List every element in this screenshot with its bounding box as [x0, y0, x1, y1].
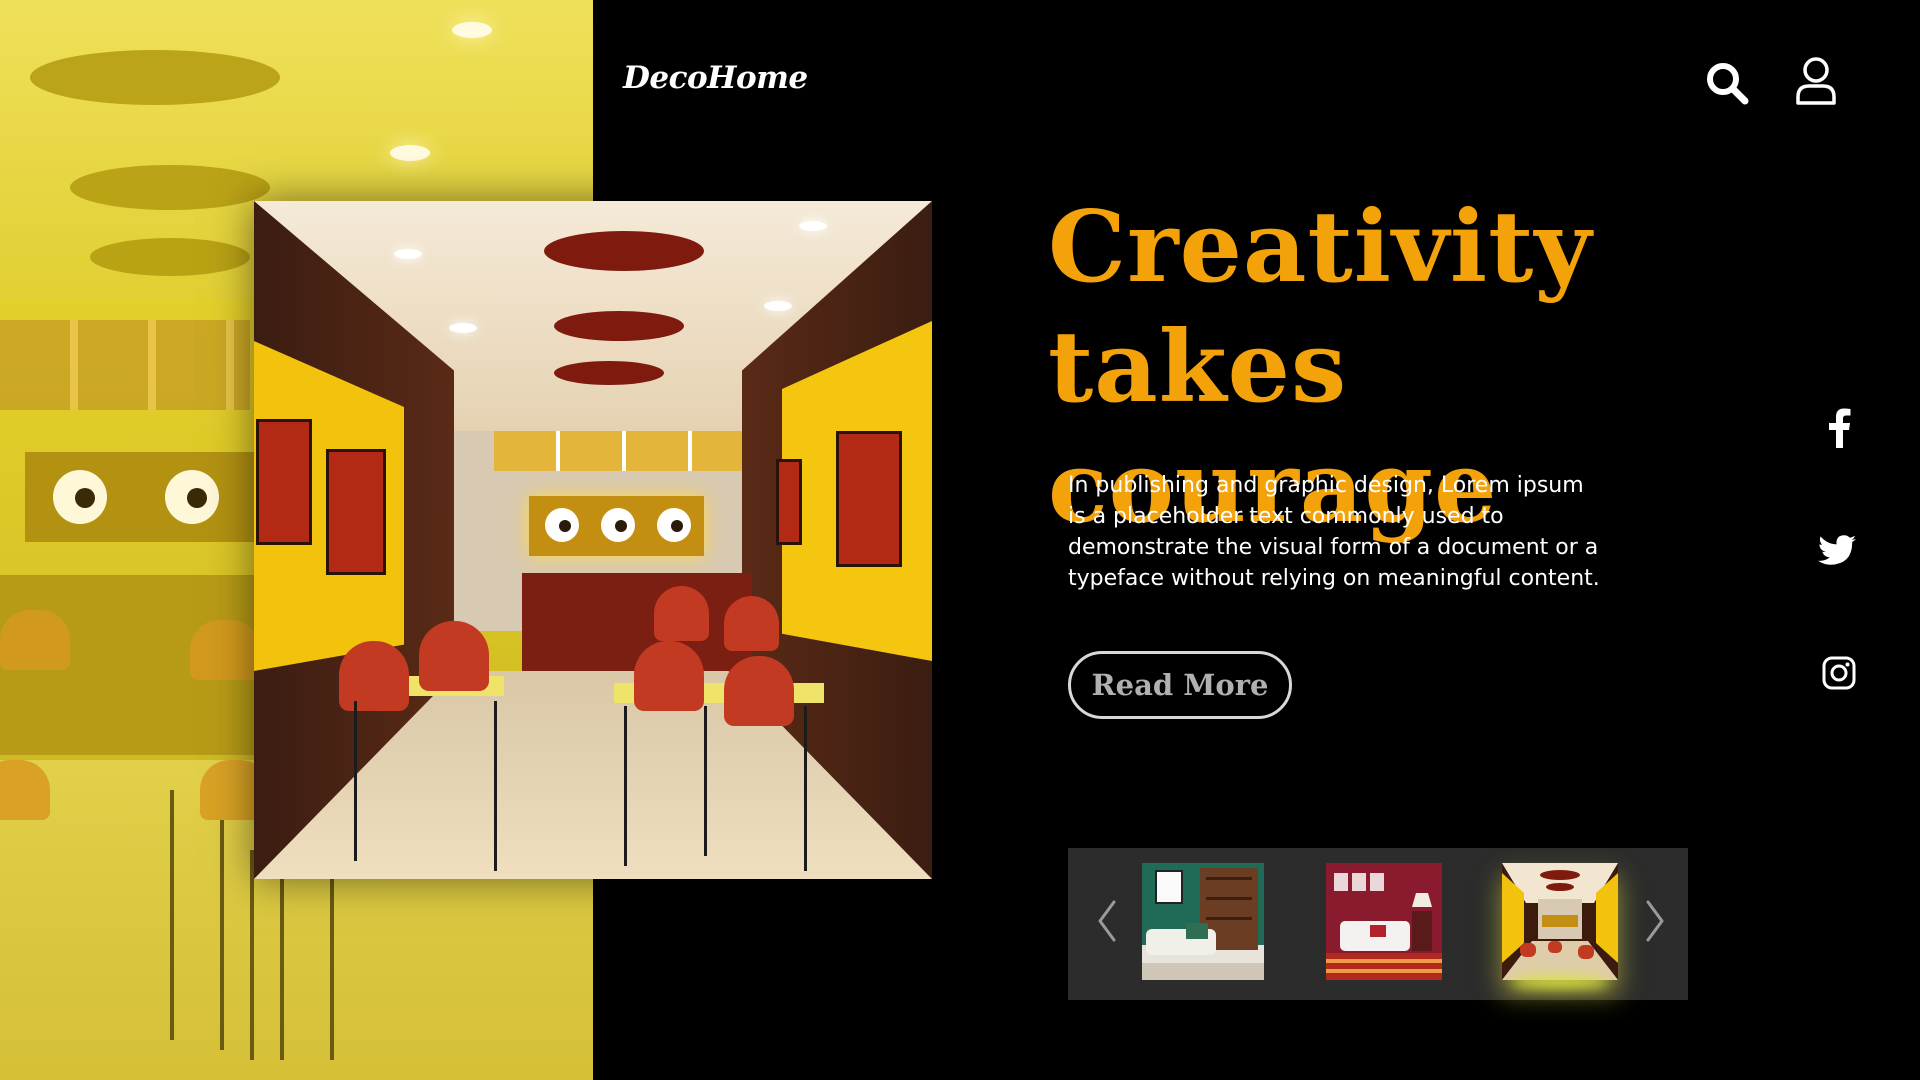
selected-indicator	[1512, 976, 1608, 988]
thumbnail-yellow-restaurant[interactable]	[1502, 863, 1618, 980]
hero-description: In publishing and graphic design, Lorem …	[1068, 473, 1600, 591]
search-icon[interactable]	[1705, 61, 1749, 105]
hero-photo	[254, 201, 932, 879]
chevron-right-icon[interactable]	[1644, 896, 1668, 946]
headline-line-1: Creativity	[1048, 190, 1593, 305]
read-more-button[interactable]: Read More	[1068, 651, 1292, 719]
twitter-icon[interactable]	[1818, 535, 1856, 567]
instagram-icon[interactable]	[1822, 656, 1856, 690]
thumbnail-red-living-room[interactable]	[1326, 863, 1442, 980]
thumbnail-green-living-room[interactable]	[1142, 863, 1264, 980]
logo[interactable]: DecoHome	[623, 60, 808, 96]
user-icon[interactable]	[1795, 56, 1837, 106]
thumbnail-carousel	[1068, 848, 1688, 1000]
facebook-icon[interactable]	[1826, 408, 1852, 448]
chevron-left-icon[interactable]	[1094, 896, 1118, 946]
